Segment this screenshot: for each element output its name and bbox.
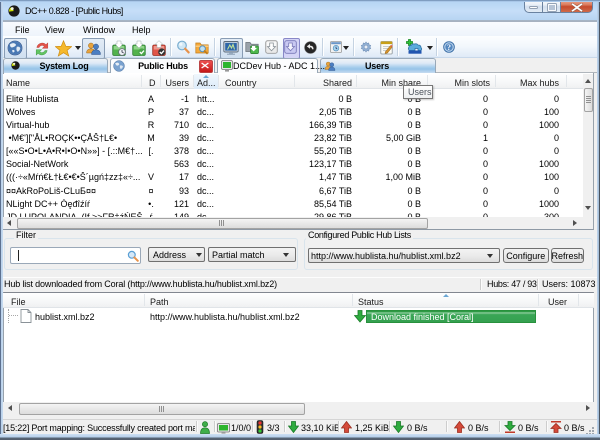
svg-text:?: ?	[447, 43, 451, 52]
